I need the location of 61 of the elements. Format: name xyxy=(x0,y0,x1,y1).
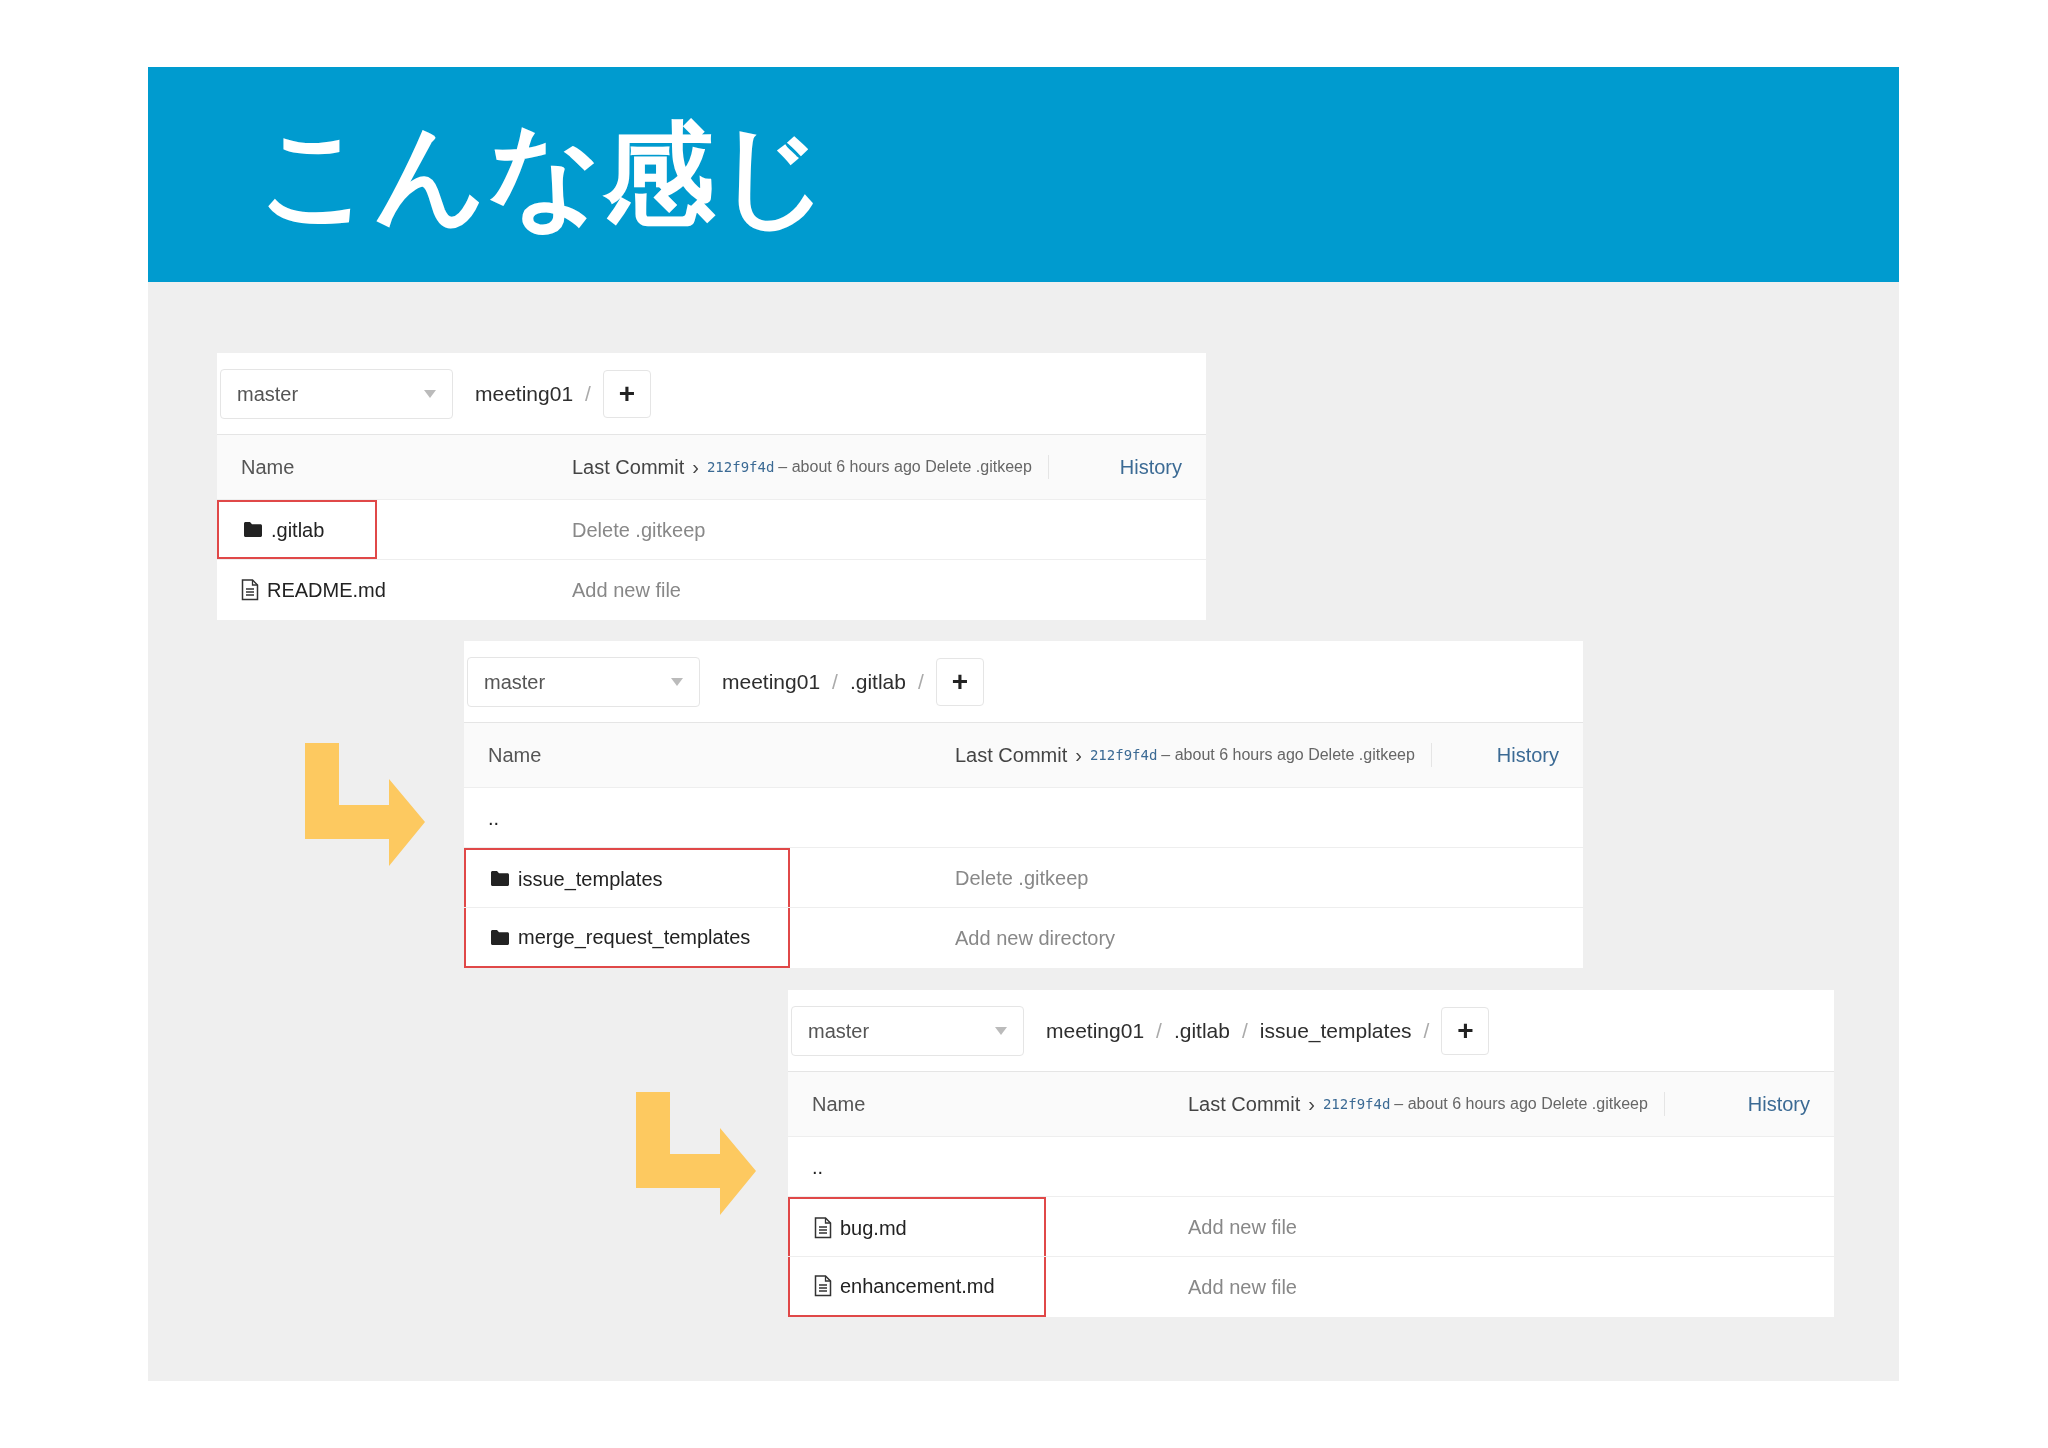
file-name-cell[interactable]: enhancement.md xyxy=(788,1257,1046,1317)
arrow-icon xyxy=(305,743,425,866)
file-name-cell[interactable]: .. xyxy=(464,788,955,847)
folder-icon xyxy=(243,521,263,538)
commit-info: – about 6 hours ago Delete .gitkeep xyxy=(1394,1094,1648,1114)
arrow-icon xyxy=(636,1092,756,1215)
history-link[interactable]: History xyxy=(1496,740,1559,770)
file-name-cell[interactable]: issue_templates xyxy=(464,848,790,907)
commit-info: – about 6 hours ago Delete .gitkeep xyxy=(778,457,1032,477)
branch-dropdown[interactable]: master xyxy=(791,1005,1024,1056)
column-header: Last Commit xyxy=(955,743,1068,768)
breadcrumb-separator: / xyxy=(1423,1017,1430,1044)
add-button[interactable]: + xyxy=(935,657,984,706)
chevron-text: › xyxy=(1308,1092,1315,1117)
column-header: Last Commit xyxy=(572,455,685,480)
file-icon xyxy=(814,1216,832,1239)
breadcrumb-link[interactable]: .gitlab xyxy=(849,665,906,698)
folder-icon xyxy=(490,928,510,946)
file-name-cell[interactable]: merge_request_templates xyxy=(464,908,790,968)
history-link[interactable]: History xyxy=(1747,1089,1810,1119)
commit-message: Delete .gitkeep xyxy=(955,865,1089,891)
breadcrumb-separator: / xyxy=(1156,1017,1162,1044)
commit-message: Add new directory xyxy=(955,926,1116,951)
breadcrumb-link[interactable]: issue_templates xyxy=(1259,1014,1412,1047)
column-header: Name xyxy=(240,455,296,480)
commit-info: – about 6 hours ago Delete .gitkeep xyxy=(1161,745,1415,765)
file-icon xyxy=(241,579,259,601)
add-button[interactable]: + xyxy=(1441,1006,1490,1055)
history-link[interactable]: History xyxy=(1119,452,1182,482)
commit-hash-link[interactable]: 212f9f4d xyxy=(1089,744,1158,766)
breadcrumb-link[interactable]: meeting01 xyxy=(475,377,574,410)
commit-message: Add new file xyxy=(1188,1275,1297,1300)
file-name-cell[interactable]: README.md xyxy=(217,560,572,620)
file-name-cell[interactable]: .gitlab xyxy=(217,500,377,559)
column-header: Last Commit xyxy=(1188,1092,1301,1117)
folder-icon xyxy=(490,870,510,887)
chevron-text: › xyxy=(1075,743,1082,768)
caret-icon xyxy=(671,677,683,686)
caret-icon xyxy=(424,389,436,398)
breadcrumb-separator: / xyxy=(832,668,838,695)
breadcrumb-separator: / xyxy=(917,668,924,695)
column-header: Name xyxy=(811,1092,867,1117)
file-name-cell[interactable]: bug.md xyxy=(788,1197,1046,1256)
commit-message: Add new file xyxy=(572,578,681,603)
column-header: Name xyxy=(487,743,543,768)
commit-hash-link[interactable]: 212f9f4d xyxy=(706,456,775,478)
add-button[interactable]: + xyxy=(602,369,651,418)
commit-message: Add new file xyxy=(1188,1214,1297,1240)
branch-dropdown[interactable]: master xyxy=(220,368,453,419)
branch-dropdown[interactable]: master xyxy=(467,656,700,707)
breadcrumb-link[interactable]: .gitlab xyxy=(1173,1014,1230,1047)
breadcrumb-separator: / xyxy=(1241,1017,1248,1044)
caret-icon xyxy=(995,1026,1007,1035)
file-name-cell[interactable]: .. xyxy=(788,1137,1188,1196)
breadcrumb-link[interactable]: meeting01 xyxy=(1046,1014,1145,1047)
file-icon xyxy=(814,1275,832,1297)
breadcrumb-separator: / xyxy=(585,380,591,407)
breadcrumb-link[interactable]: meeting01 xyxy=(722,665,821,698)
commit-message: Delete .gitkeep xyxy=(572,517,706,543)
chevron-text: › xyxy=(692,455,699,480)
commit-hash-link[interactable]: 212f9f4d xyxy=(1322,1093,1391,1115)
